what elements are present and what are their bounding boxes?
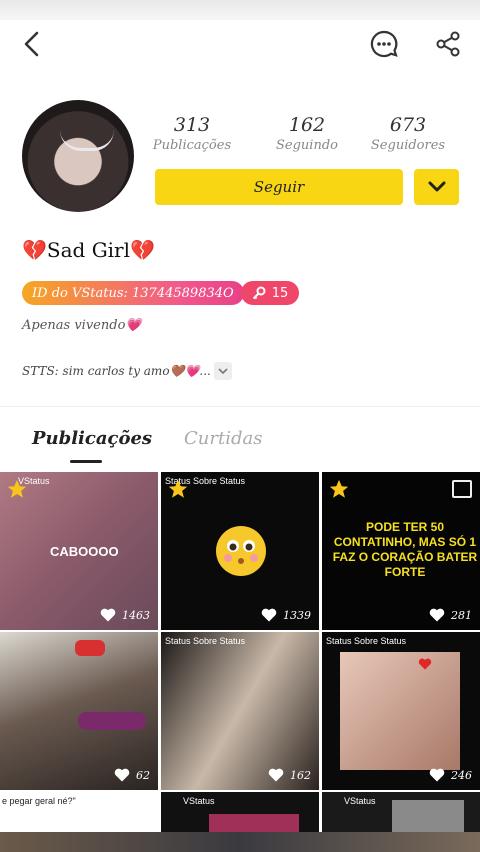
watermark: Status Sobre Status xyxy=(326,636,407,646)
chat-icon xyxy=(370,30,398,58)
stat-followers[interactable]: 673 Seguidores xyxy=(358,114,458,153)
post-caption: e pegar geral né?" xyxy=(2,796,76,806)
stat-label: Publicações xyxy=(152,138,232,153)
heart-icon xyxy=(429,768,445,782)
post-thumbnail[interactable]: VStatus xyxy=(161,792,319,832)
like-count: 246 xyxy=(429,768,472,782)
bio-line: STTS: sim carlos ty amo🤎💗... xyxy=(22,364,211,378)
sunglasses-graphic xyxy=(78,712,146,730)
id-badge[interactable]: ID do VStatus: 13744589834O xyxy=(22,281,244,305)
tiara-graphic xyxy=(60,130,114,151)
like-count-value: 1463 xyxy=(122,608,150,622)
like-count: 162 xyxy=(268,768,311,782)
post-caption: PODE TER 50 CONTATINHO, MAS SÓ 1 FAZ O C… xyxy=(332,520,478,579)
more-options-button[interactable] xyxy=(414,169,459,205)
red-glasses-graphic xyxy=(75,640,105,656)
like-count: 281 xyxy=(429,608,472,622)
star-icon xyxy=(7,479,27,498)
watermark: VStatus xyxy=(183,796,215,806)
back-button[interactable] xyxy=(12,24,52,64)
watermark: Status Sobre Status xyxy=(165,636,246,646)
heart-icon xyxy=(100,608,116,622)
stat-value: 673 xyxy=(389,114,427,136)
share-button[interactable] xyxy=(428,24,468,64)
key-badge[interactable]: 15 xyxy=(241,281,299,305)
heart-icon xyxy=(268,768,284,782)
emoji-face-icon xyxy=(216,526,266,576)
heart-icon xyxy=(261,608,277,622)
post-thumbnail[interactable]: Status Sobre Status 1339 xyxy=(161,472,319,630)
stat-label: Seguindo xyxy=(276,138,338,153)
expand-bio-button[interactable] xyxy=(214,362,232,380)
bio-line: Apenas vivendo💗 xyxy=(22,318,142,333)
share-icon xyxy=(436,31,460,57)
heart-icon xyxy=(429,608,445,622)
post-thumbnail[interactable]: VStatus CABOOOO 1463 xyxy=(0,472,158,630)
chevron-down-icon xyxy=(218,367,228,374)
thumbnail-graphic xyxy=(392,800,464,832)
avatar[interactable] xyxy=(22,100,134,212)
like-count-value: 1339 xyxy=(283,608,311,622)
like-count: 1339 xyxy=(261,608,311,622)
like-count-value: 162 xyxy=(290,768,311,782)
stat-following[interactable]: 162 Seguindo xyxy=(257,114,357,153)
star-icon xyxy=(168,479,188,498)
like-count-value: 281 xyxy=(451,608,472,622)
thumbnail-graphic xyxy=(209,814,299,832)
chat-button[interactable] xyxy=(364,24,404,64)
post-thumbnail[interactable]: PODE TER 50 CONTATINHO, MAS SÓ 1 FAZ O C… xyxy=(322,472,480,630)
divider xyxy=(0,406,480,407)
key-icon xyxy=(252,286,266,300)
post-thumbnail[interactable]: 62 xyxy=(0,632,158,790)
stat-label: Seguidores xyxy=(370,138,446,153)
post-thumbnail[interactable]: Status Sobre Status 246 xyxy=(322,632,480,790)
key-count: 15 xyxy=(271,285,289,301)
stat-value: 313 xyxy=(173,114,211,136)
system-nav-bar xyxy=(0,832,480,852)
like-count: 62 xyxy=(114,768,150,782)
status-bar xyxy=(0,0,480,20)
like-count: 1463 xyxy=(100,608,150,622)
post-caption: CABOOOO xyxy=(50,544,119,559)
star-icon xyxy=(329,479,349,498)
like-count-value: 246 xyxy=(451,768,472,782)
tab-curtidas[interactable]: Curtidas xyxy=(184,428,262,449)
back-icon xyxy=(24,31,39,57)
profile-name: 💔Sad Girl💔 xyxy=(22,238,155,262)
image-icon xyxy=(452,480,472,498)
top-bar xyxy=(0,20,480,70)
heart-icon xyxy=(114,768,130,782)
chevron-down-icon xyxy=(428,181,445,192)
watermark: VStatus xyxy=(344,796,376,806)
tab-indicator xyxy=(70,460,102,463)
heart-icon xyxy=(418,658,432,670)
posts-partial-row: e pegar geral né?" VStatus VStatus xyxy=(0,792,480,832)
follow-button[interactable]: Seguir xyxy=(155,169,403,205)
post-thumbnail[interactable]: VStatus xyxy=(322,792,480,832)
like-count-value: 62 xyxy=(136,768,150,782)
post-thumbnail[interactable]: Status Sobre Status 162 xyxy=(161,632,319,790)
hands-photo-graphic xyxy=(340,652,460,770)
post-thumbnail[interactable]: e pegar geral né?" xyxy=(0,792,162,832)
tab-publicacoes[interactable]: Publicações xyxy=(32,428,152,449)
stat-posts[interactable]: 313 Publicações xyxy=(142,114,242,153)
stat-value: 162 xyxy=(288,114,326,136)
